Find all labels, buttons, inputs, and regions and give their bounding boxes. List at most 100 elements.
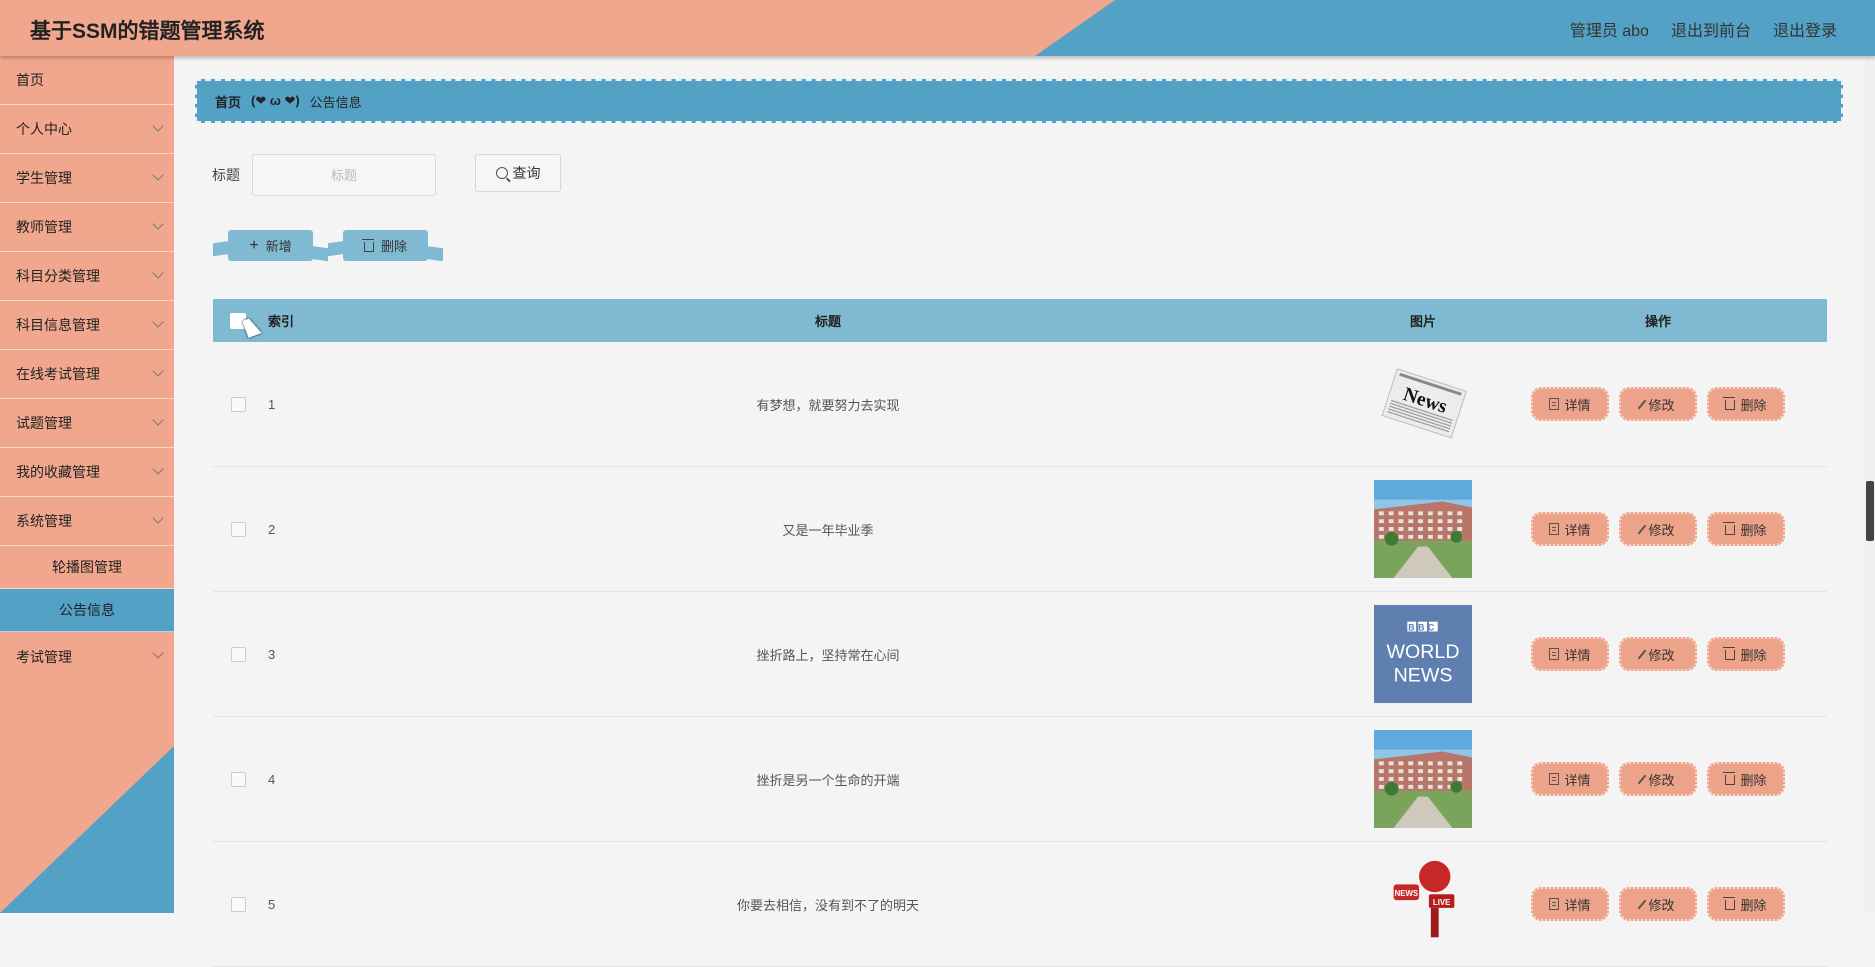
detail-doc-icon	[1549, 648, 1560, 660]
delete-button[interactable]: 删除	[1707, 387, 1785, 421]
image-text: BBC	[1408, 622, 1437, 632]
detail-doc-icon	[1549, 398, 1560, 410]
delete-button-label: 删除	[1740, 897, 1767, 913]
campus-building-image	[1374, 730, 1472, 828]
row-image-cell	[1353, 480, 1493, 578]
chevron-down-icon	[152, 169, 164, 181]
sidebar-item[interactable]: 个人中心	[0, 105, 174, 154]
sidebar-subitem[interactable]: 轮播图管理	[0, 546, 174, 589]
sidebar-item[interactable]: 在线考试管理	[0, 350, 174, 399]
edit-button[interactable]: 修改	[1619, 637, 1697, 671]
row-operations: 详情 修改 删除	[1493, 887, 1823, 921]
breadcrumb-home[interactable]: 首页	[215, 92, 241, 111]
sidebar-item-label: 个人中心	[16, 121, 72, 137]
search-title-input[interactable]	[252, 154, 436, 196]
detail-button-label: 详情	[1564, 522, 1591, 538]
sidebar-decoration	[0, 746, 174, 913]
delete-button[interactable]: 删除	[1707, 762, 1785, 796]
campus-building-image	[1374, 480, 1472, 578]
edit-button[interactable]: 修改	[1619, 387, 1697, 421]
image-text: NEWS	[1395, 889, 1419, 898]
sidebar-item[interactable]: 试题管理	[0, 399, 174, 448]
sidebar-item-label: 考试管理	[16, 648, 72, 665]
sidebar-item[interactable]: 科目信息管理	[0, 301, 174, 350]
detail-button[interactable]: 详情	[1531, 512, 1609, 546]
admin-username[interactable]: 管理员 abo	[1570, 17, 1649, 41]
detail-button[interactable]: 详情	[1531, 387, 1609, 421]
sidebar-item-label: 学生管理	[16, 170, 72, 186]
edit-button[interactable]: 修改	[1619, 887, 1697, 921]
edit-button-label: 修改	[1648, 772, 1675, 788]
sidebar-item[interactable]: 我的收藏管理	[0, 448, 174, 497]
table-row: 2 又是一年毕业季 详情 修改 删除	[213, 467, 1827, 592]
edit-pen-icon	[1638, 399, 1647, 409]
edit-button-label: 修改	[1648, 397, 1675, 413]
row-checkbox[interactable]	[230, 646, 246, 662]
news-paper-image: News	[1374, 355, 1472, 453]
image-text: LIVE	[1433, 898, 1450, 907]
page-scrollbar[interactable]	[1865, 56, 1875, 913]
search-label: 标题	[212, 167, 240, 183]
row-checkbox[interactable]	[230, 771, 246, 787]
row-checkbox-cell	[213, 396, 263, 412]
edit-pen-icon	[1638, 899, 1647, 909]
sidebar-item[interactable]: 考试管理	[0, 632, 174, 681]
delete-button[interactable]: 删除	[1707, 887, 1785, 921]
plus-icon: +	[249, 236, 259, 254]
image-text: WORLD	[1387, 641, 1460, 663]
back-to-frontend-link[interactable]: 退出到前台	[1671, 17, 1751, 41]
edit-button-label: 修改	[1648, 897, 1675, 913]
logout-link[interactable]: 退出登录	[1773, 17, 1837, 41]
row-checkbox-cell	[213, 771, 263, 787]
breadcrumb: 首页 (❤ ω ❤) 公告信息	[195, 79, 1843, 123]
chevron-down-icon	[152, 120, 164, 132]
edit-button[interactable]: 修改	[1619, 512, 1697, 546]
sidebar-item[interactable]: 学生管理	[0, 154, 174, 203]
row-title: 有梦想，就要努力去实现	[756, 397, 900, 413]
row-operations: 详情 修改 删除	[1493, 512, 1823, 546]
row-checkbox[interactable]	[230, 896, 246, 912]
row-title: 又是一年毕业季	[782, 522, 874, 538]
sidebar-item-label: 我的收藏管理	[16, 464, 100, 480]
add-button[interactable]: + 新增	[228, 230, 313, 261]
search-icon	[495, 167, 508, 179]
delete-button[interactable]: 删除	[1707, 512, 1785, 546]
detail-button-label: 详情	[1564, 897, 1591, 913]
chevron-down-icon	[152, 463, 164, 475]
top-header: 基于SSM的错题管理系统 管理员 abo 退出到前台 退出登录	[0, 0, 1875, 56]
edit-button[interactable]: 修改	[1619, 762, 1697, 796]
row-image-cell: News	[1353, 355, 1493, 453]
edit-pen-icon	[1638, 774, 1647, 784]
chevron-down-icon	[152, 512, 164, 524]
news-microphone-image: NEWS LIVE	[1374, 855, 1472, 953]
delete-button-label: 删除	[1740, 522, 1767, 538]
detail-button[interactable]: 详情	[1531, 762, 1609, 796]
sidebar-item[interactable]: 系统管理	[0, 497, 174, 546]
row-checkbox-cell	[213, 646, 263, 662]
sidebar-menu: 首页个人中心学生管理教师管理 科目分类管理 科目信息管理 在线考试管理 试题管理我的收藏…	[0, 56, 174, 681]
detail-button-label: 详情	[1564, 647, 1591, 663]
sidebar-subitem[interactable]: 公告信息	[0, 589, 174, 632]
row-image-cell: NEWS LIVE	[1353, 855, 1493, 953]
detail-button[interactable]: 详情	[1531, 887, 1609, 921]
notice-table: 索引 标题 图片 操作 1 有梦想，就要努力去实现 News 详情 修改 删除 2 又是一年毕…	[213, 299, 1827, 967]
table-body: 1 有梦想，就要努力去实现 News 详情 修改 删除 2 又是一年毕业季 详情 修改 删除 3 挫折路…	[213, 342, 1827, 967]
detail-doc-icon	[1549, 523, 1560, 535]
delete-trash-icon	[1723, 647, 1736, 660]
detail-doc-icon	[1549, 773, 1560, 785]
scrollbar-thumb[interactable]	[1866, 481, 1874, 541]
row-index: 5	[268, 896, 276, 912]
sidebar-item[interactable]: 首页	[0, 56, 174, 105]
sidebar-item[interactable]: 教师管理	[0, 203, 174, 252]
batch-delete-button[interactable]: 删除	[343, 230, 428, 261]
row-image-cell: BBC WORLD NEWS	[1353, 605, 1493, 703]
search-button[interactable]: 查询	[475, 154, 561, 192]
table-header: 索引 标题 图片 操作	[213, 299, 1827, 342]
detail-button[interactable]: 详情	[1531, 637, 1609, 671]
delete-button[interactable]: 删除	[1707, 637, 1785, 671]
row-checkbox-cell	[213, 521, 263, 537]
row-checkbox[interactable]	[230, 521, 246, 537]
sidebar-item[interactable]: 科目分类管理	[0, 252, 174, 301]
delete-trash-icon	[1723, 397, 1736, 410]
row-checkbox[interactable]	[230, 396, 246, 412]
